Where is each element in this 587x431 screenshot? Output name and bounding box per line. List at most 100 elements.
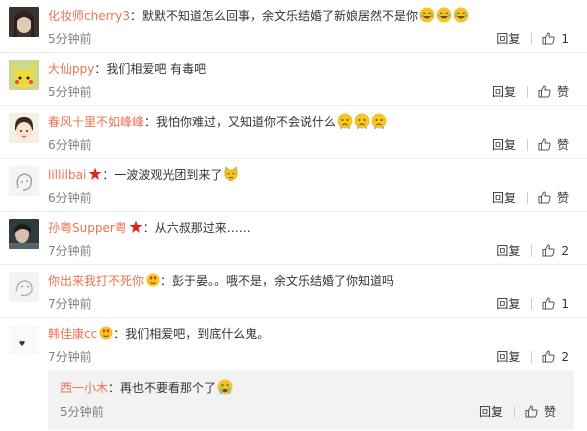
separator: ：: [94, 62, 107, 76]
comment-item: lillilbai ：一波波观光团到来了 6分钟前 回复 赞: [0, 159, 587, 212]
separator: ：: [129, 9, 142, 23]
separator: ：: [102, 168, 115, 182]
laugh-cry-emoji-icon: [453, 7, 469, 23]
reply-button[interactable]: 回复: [496, 295, 520, 312]
sad-emoji-icon: [371, 113, 387, 129]
timestamp: 5分钟前: [48, 85, 92, 99]
comment-actions: 回复 1: [496, 295, 569, 312]
avatar[interactable]: [9, 219, 39, 249]
like-label: 赞: [543, 405, 556, 419]
comment-actions: 回复 赞: [492, 83, 569, 100]
comment-actions: 回复 赞: [479, 403, 556, 420]
sub-comment: 西一小木：再也不要看那个了 5分钟前 回复 赞: [48, 370, 574, 430]
timestamp: 7分钟前: [48, 350, 92, 364]
comment-body: 你出来我打不死你 ：彭于晏。。哦不是，余文乐结婚了你知道吗: [48, 272, 394, 290]
avatar[interactable]: [9, 60, 39, 90]
comment-item: 春风十里不如峰峰：我怕你难过，又知道你不会说什么 6分钟前 回复 赞: [0, 106, 587, 159]
comment-text: 彭于晏。。哦不是，余文乐结婚了你知道吗: [172, 274, 395, 288]
comment-body: 春风十里不如峰峰：我怕你难过，又知道你不会说什么: [48, 113, 387, 131]
thumbs-up-icon: [538, 85, 551, 98]
comment-text: 从六叔那过来……: [154, 221, 251, 235]
username-link[interactable]: 西一小木: [60, 381, 108, 395]
comment-body: lillilbai ：一波波观光团到来了: [48, 166, 239, 184]
like-count: 2: [561, 349, 569, 364]
comment-item: 大仙ppy：我们相爱吧 有毒吧 5分钟前 回复 赞: [0, 53, 587, 106]
comment-actions: 回复 2: [496, 348, 569, 365]
comment-item: 孙粤Supper粤 ：从六叔那过来…… 7分钟前 回复 2: [0, 212, 587, 265]
separator: ：: [144, 115, 157, 129]
avatar[interactable]: [9, 166, 39, 196]
like-button[interactable]: 赞: [538, 83, 569, 100]
username-link[interactable]: 化妆师cherry3: [48, 9, 130, 23]
username-link[interactable]: 孙粤Supper粤: [48, 221, 127, 235]
avatar[interactable]: [9, 325, 39, 355]
thumbs-up-icon: [542, 297, 555, 310]
divider: [526, 138, 528, 151]
like-button[interactable]: 2: [542, 244, 569, 258]
comment-text: 一波波观光团到来了: [114, 168, 223, 182]
avatar[interactable]: [9, 7, 39, 37]
like-label: 赞: [556, 191, 569, 205]
username-link[interactable]: 大仙ppy: [48, 62, 94, 76]
timestamp: 6分钟前: [48, 138, 92, 152]
timestamp: 7分钟前: [48, 297, 92, 311]
username-link[interactable]: lillilbai: [48, 168, 86, 182]
comment-actions: 回复 2: [496, 242, 569, 259]
comment-text: 默默不知道怎么回事，余文乐结婚了新娘居然不是你: [142, 9, 419, 23]
divider: [531, 32, 533, 45]
like-button[interactable]: 赞: [538, 189, 569, 206]
comment-text: 我们相爱吧 有毒吧: [106, 62, 207, 76]
divider: [531, 297, 533, 310]
star-badge-icon: [129, 220, 143, 233]
like-label: 赞: [556, 138, 569, 152]
comment-item: 你出来我打不死你 ：彭于晏。。哦不是，余文乐结婚了你知道吗 7分钟前 回复 1: [0, 265, 587, 318]
separator: ：: [142, 221, 155, 235]
thumbs-up-icon: [538, 191, 551, 204]
comment-actions: 回复 赞: [492, 136, 569, 153]
comment-text: 我们相爱吧，到底什么鬼。: [125, 327, 270, 341]
sad-emoji-icon: [354, 113, 370, 129]
separator: ：: [113, 327, 126, 341]
cat-emoji-icon: [224, 166, 238, 182]
reply-button[interactable]: 回复: [492, 136, 516, 153]
divider: [513, 405, 515, 418]
like-button[interactable]: 赞: [538, 136, 569, 153]
comment-body: 西一小木：再也不要看那个了: [60, 379, 233, 397]
reply-button[interactable]: 回复: [496, 242, 520, 259]
separator: ：: [160, 274, 173, 288]
comment-body: 韩佳康cc ：我们相爱吧，到底什么鬼。: [48, 325, 269, 343]
comment-item: 韩佳康cc ：我们相爱吧，到底什么鬼。 7分钟前 回复 2: [0, 318, 587, 371]
reply-button[interactable]: 回复: [492, 83, 516, 100]
crying-emoji-icon: [217, 379, 233, 395]
thumbs-up-icon: [538, 138, 551, 151]
like-button[interactable]: 2: [542, 350, 569, 364]
divider: [531, 244, 533, 257]
separator: ：: [108, 381, 121, 395]
reply-button[interactable]: 回复: [496, 348, 520, 365]
like-button[interactable]: 赞: [525, 403, 556, 420]
avatar[interactable]: [9, 113, 39, 143]
divider: [526, 85, 528, 98]
like-button[interactable]: 1: [542, 32, 569, 46]
like-button[interactable]: 1: [542, 297, 569, 311]
comment-actions: 回复 赞: [492, 189, 569, 206]
timestamp: 5分钟前: [60, 405, 104, 419]
like-count: 1: [561, 31, 569, 46]
reply-button[interactable]: 回复: [496, 30, 520, 47]
reply-button[interactable]: 回复: [479, 403, 503, 420]
username-link[interactable]: 你出来我打不死你: [48, 274, 144, 288]
timestamp: 5分钟前: [48, 32, 92, 46]
username-link[interactable]: 韩佳康cc: [48, 327, 97, 341]
comment-text: 我怕你难过，又知道你不会说什么: [156, 115, 337, 129]
divider: [526, 191, 528, 204]
like-count: 1: [561, 296, 569, 311]
reply-button[interactable]: 回复: [492, 189, 516, 206]
thumbs-up-icon: [525, 405, 538, 418]
avatar[interactable]: [9, 272, 39, 302]
sad-emoji-icon: [337, 113, 353, 129]
username-link[interactable]: 春风十里不如峰峰: [48, 115, 144, 129]
laugh-cry-emoji-icon: [419, 7, 435, 23]
comment-text: 再也不要看那个了: [120, 381, 217, 395]
like-label: 赞: [556, 85, 569, 99]
thumbs-up-icon: [542, 32, 555, 45]
